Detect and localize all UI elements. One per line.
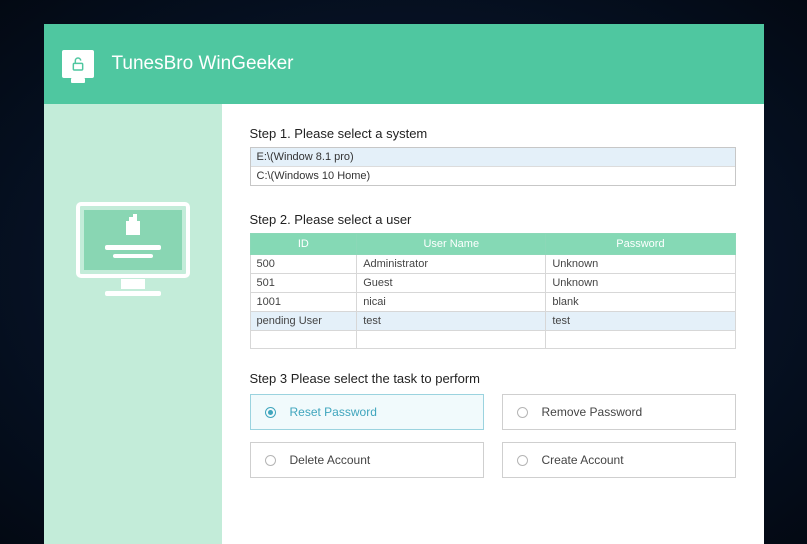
header: TunesBro WinGeeker xyxy=(44,24,764,104)
radio-dot-icon xyxy=(268,410,273,415)
user-row-empty xyxy=(250,331,735,349)
radio-icon xyxy=(517,407,528,418)
radio-icon xyxy=(517,455,528,466)
user-cell-password: Unknown xyxy=(546,274,735,293)
user-cell-password: test xyxy=(546,312,735,331)
task-grid: Reset Password Remove Password Delete Acco… xyxy=(250,394,736,478)
step3-label: Step 3 Please select the task to perform xyxy=(250,371,736,386)
user-row[interactable]: pending Usertesttest xyxy=(250,312,735,331)
col-password: Password xyxy=(546,234,735,255)
user-cell-id: 500 xyxy=(250,255,357,274)
user-row[interactable]: 500AdministratorUnknown xyxy=(250,255,735,274)
main-panel: Step 1. Please select a system E:\(Windo… xyxy=(222,104,764,544)
system-list: E:\(Window 8.1 pro)C:\(Windows 10 Home) xyxy=(250,147,736,186)
app-logo-icon xyxy=(62,50,94,78)
user-row[interactable]: 1001nicaiblank xyxy=(250,293,735,312)
user-cell-username: test xyxy=(357,312,546,331)
task-label: Delete Account xyxy=(290,453,371,467)
task-label: Reset Password xyxy=(290,405,377,419)
user-cell-username: nicai xyxy=(357,293,546,312)
radio-icon xyxy=(265,455,276,466)
radio-icon xyxy=(265,407,276,418)
user-cell-username: Administrator xyxy=(357,255,546,274)
user-row[interactable]: 501GuestUnknown xyxy=(250,274,735,293)
step2-label: Step 2. Please select a user xyxy=(250,212,736,227)
user-cell-id: 1001 xyxy=(250,293,357,312)
body: Step 1. Please select a system E:\(Windo… xyxy=(44,104,764,544)
app-window: TunesBro WinGeeker Step 1. Please select… xyxy=(44,24,764,544)
app-title: TunesBro WinGeeker xyxy=(112,53,294,75)
user-cell-id: 501 xyxy=(250,274,357,293)
col-username: User Name xyxy=(357,234,546,255)
system-item[interactable]: E:\(Window 8.1 pro) xyxy=(251,148,735,167)
step1-label: Step 1. Please select a system xyxy=(250,126,736,141)
user-cell-password: Unknown xyxy=(546,255,735,274)
task-option[interactable]: Create Account xyxy=(502,442,736,478)
user-table-header-row: ID User Name Password xyxy=(250,234,735,255)
task-option[interactable]: Remove Password xyxy=(502,394,736,430)
task-label: Create Account xyxy=(542,453,624,467)
monitor-illustration-icon xyxy=(73,199,193,309)
sidebar xyxy=(44,104,222,544)
user-table: ID User Name Password 500AdministratorUn… xyxy=(250,233,736,349)
user-cell-id: pending User xyxy=(250,312,357,331)
lock-icon xyxy=(70,55,86,73)
system-item[interactable]: C:\(Windows 10 Home) xyxy=(251,167,735,185)
task-label: Remove Password xyxy=(542,405,643,419)
col-id: ID xyxy=(250,234,357,255)
task-option[interactable]: Reset Password xyxy=(250,394,484,430)
user-cell-username: Guest xyxy=(357,274,546,293)
task-option[interactable]: Delete Account xyxy=(250,442,484,478)
user-cell-password: blank xyxy=(546,293,735,312)
